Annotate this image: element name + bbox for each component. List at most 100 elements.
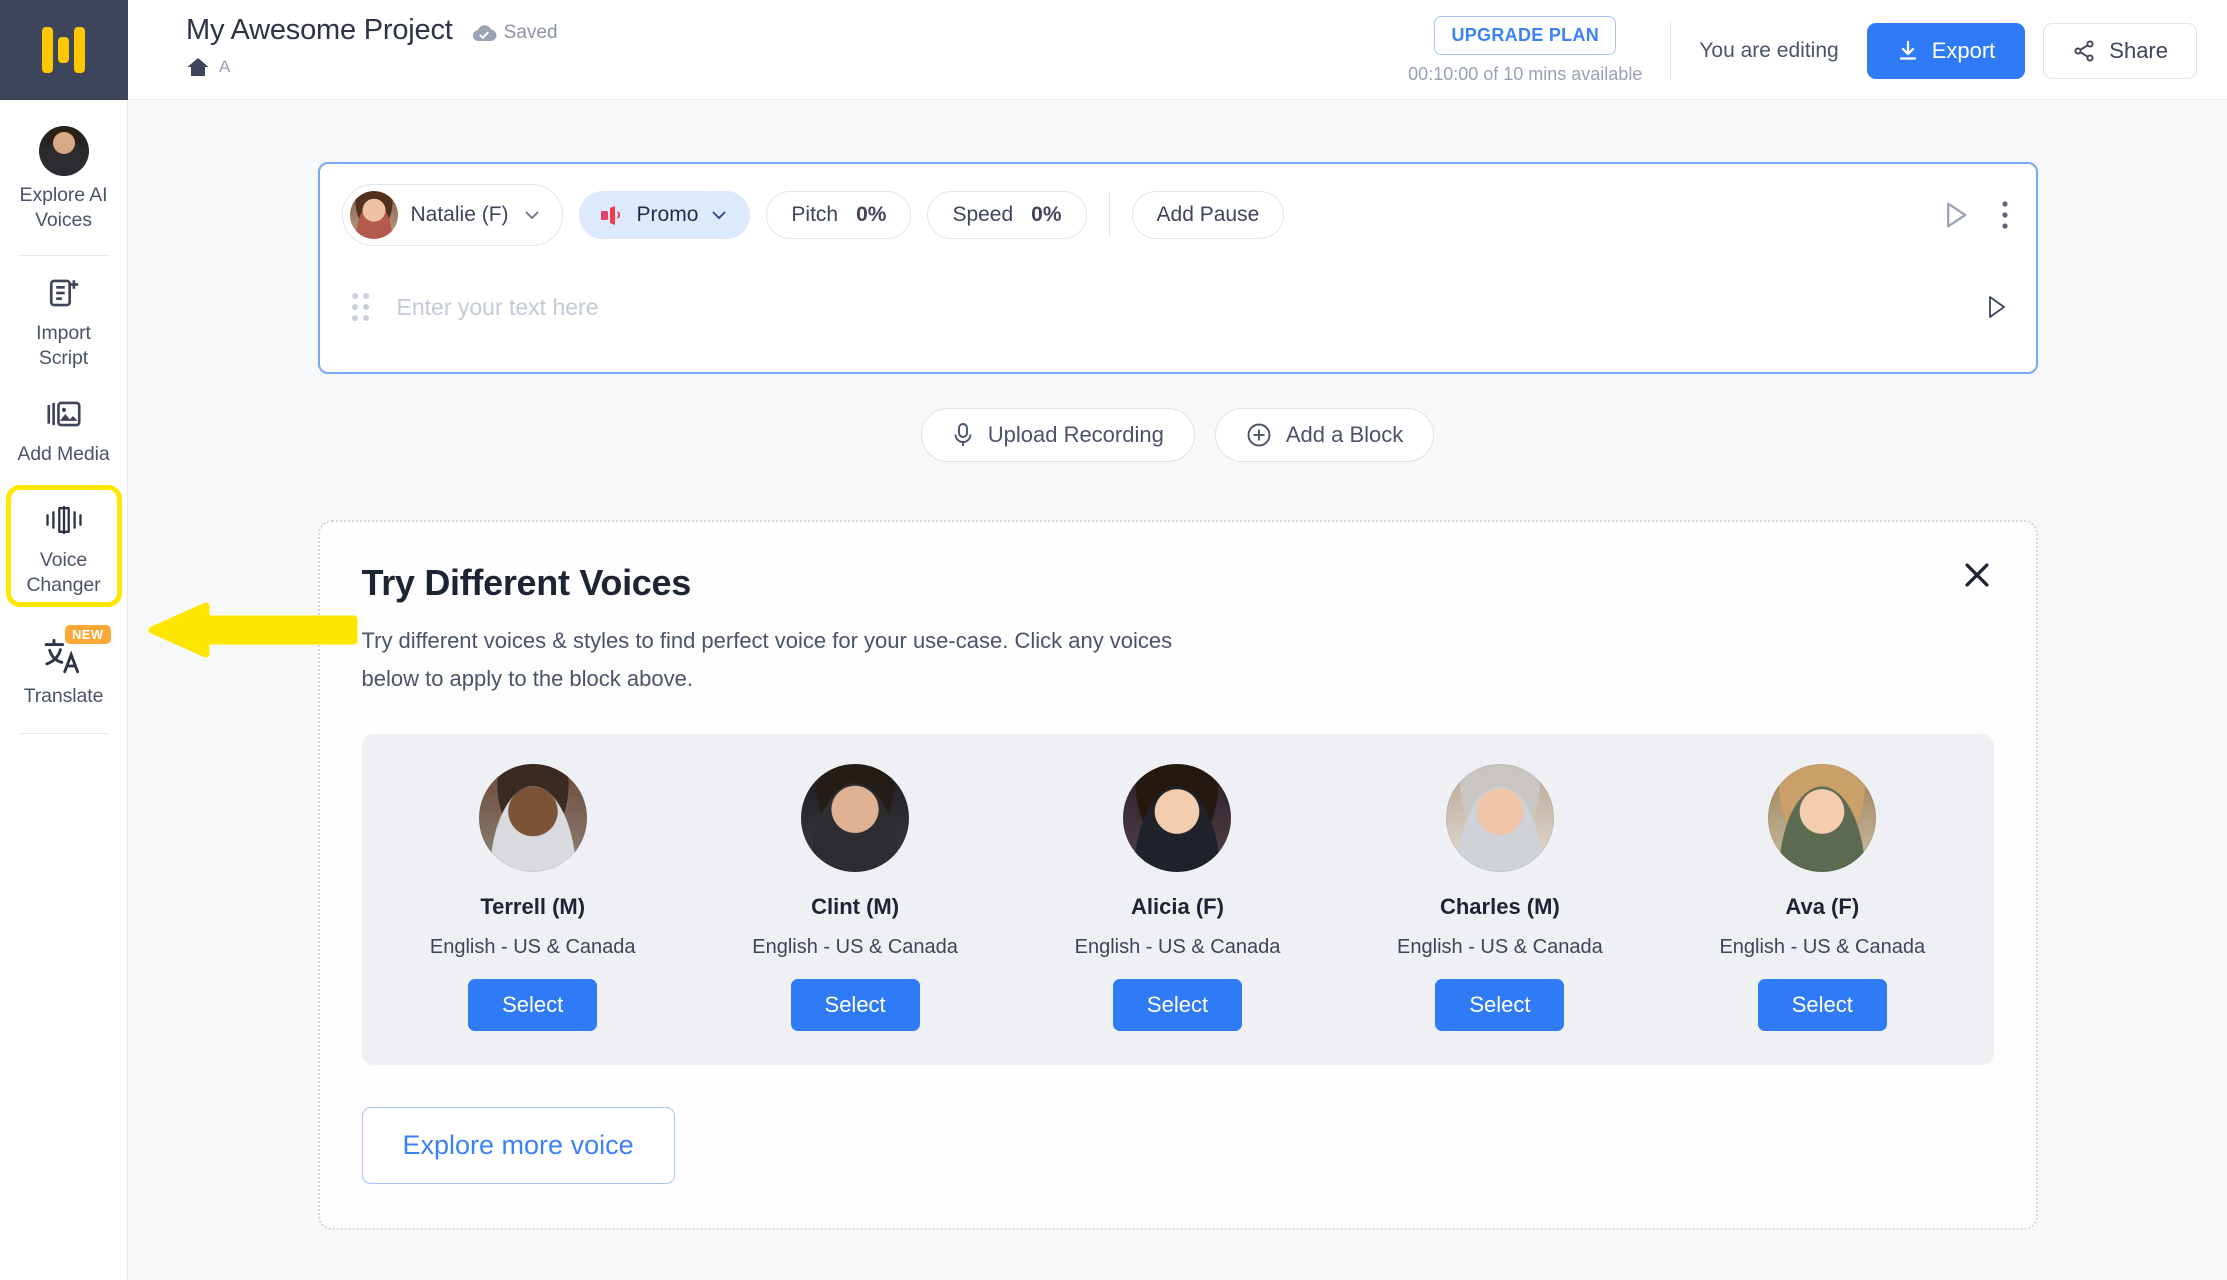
- voice-language: English - US & Canada: [1397, 936, 1603, 958]
- pitch-control[interactable]: Pitch 0%: [766, 191, 912, 239]
- close-icon: [1964, 563, 1989, 587]
- panel-title: Try Different Voices: [361, 562, 692, 603]
- sidebar-item-label: Voice: [39, 549, 88, 571]
- select-voice-button[interactable]: Select: [1112, 979, 1243, 1031]
- upload-recording-button[interactable]: Upload Recording: [920, 408, 1195, 462]
- play-line-button[interactable]: [1982, 293, 2010, 321]
- play-block-button[interactable]: [1938, 198, 1972, 232]
- share-label: Share: [2109, 37, 2168, 63]
- play-icon: [1946, 202, 1966, 228]
- panel-description: Try different voices & styles to find pe…: [361, 628, 1173, 691]
- voice-selector[interactable]: Natalie (F): [341, 184, 563, 246]
- cloud-check-icon: [472, 25, 497, 42]
- new-badge: NEW: [64, 625, 111, 644]
- play-icon: [1988, 296, 2005, 318]
- top-bar-actions: UPGRADE PLAN 00:10:00 of 10 mins availab…: [1408, 14, 2197, 85]
- speed-control[interactable]: Speed 0%: [927, 191, 1087, 239]
- chevron-down-icon: [712, 211, 726, 220]
- sidebar-item-label: Add Media: [17, 443, 110, 465]
- speed-value: 0%: [1031, 203, 1062, 226]
- sidebar-divider-bottom: [17, 733, 110, 734]
- sidebar-item-label: Voices: [35, 209, 92, 231]
- drag-handle-icon[interactable]: [351, 293, 369, 321]
- voice-card[interactable]: Terrell (M) English - US & Canada Select: [372, 764, 694, 1031]
- chevron-down-icon: [525, 211, 538, 220]
- export-button[interactable]: Export: [1866, 22, 2026, 79]
- upgrade-plan-button[interactable]: UPGRADE PLAN: [1434, 16, 1617, 55]
- voice-language: English - US & Canada: [752, 936, 958, 958]
- share-button[interactable]: Share: [2043, 22, 2197, 79]
- select-voice-button[interactable]: Select: [468, 979, 598, 1031]
- sidebar-item-label: Explore AI: [19, 184, 108, 206]
- add-block-label: Add a Block: [1285, 422, 1404, 447]
- sidebar-divider: [17, 255, 110, 256]
- voice-card[interactable]: Charles (M) English - US & Canada Select: [1339, 764, 1661, 1031]
- microphone-icon: [954, 423, 972, 446]
- voice-name: Alicia (F): [1131, 894, 1224, 919]
- sidebar-item-label: Import: [36, 322, 91, 344]
- sidebar-item-label: Changer: [26, 574, 101, 596]
- upload-recording-label: Upload Recording: [987, 422, 1164, 447]
- voice-avatar: [1768, 764, 1877, 872]
- top-bar: My Awesome Project Saved A UPGRADE PLAN …: [128, 0, 2227, 100]
- script-text-row: Enter your text here: [320, 264, 2036, 372]
- voice-card[interactable]: Alicia (F) English - US & Canada Select: [1016, 764, 1338, 1031]
- voice-card[interactable]: Clint (M) English - US & Canada Select: [694, 764, 1016, 1031]
- breadcrumb[interactable]: A: [186, 56, 558, 78]
- try-different-voices-panel: Try Different Voices Try different voice…: [317, 520, 2038, 1230]
- promo-megaphone-icon: [600, 206, 620, 225]
- voice-avatar: [1123, 764, 1232, 872]
- add-media-icon: [43, 393, 85, 435]
- left-sidebar: Explore AI Voices Import Script Add Medi…: [0, 0, 358, 1280]
- sidebar-item-label: Script: [38, 347, 89, 369]
- voice-language: English - US & Canada: [1074, 936, 1281, 958]
- voice-list: Terrell (M) English - US & Canada Select…: [361, 734, 1994, 1065]
- select-voice-button[interactable]: Select: [1757, 979, 1887, 1031]
- voice-name: Ava (F): [1785, 894, 1860, 919]
- explore-more-voice-button[interactable]: Explore more voice: [361, 1107, 675, 1184]
- editing-status: You are editing: [1699, 38, 1839, 62]
- project-header: My Awesome Project Saved A: [186, 14, 558, 78]
- breadcrumb-item: A: [219, 57, 231, 76]
- save-status: Saved: [471, 22, 558, 44]
- speed-label: Speed: [952, 203, 1014, 226]
- main-area: My Awesome Project Saved A UPGRADE PLAN …: [128, 0, 2227, 1280]
- voice-card[interactable]: Ava (F) English - US & Canada Select: [1661, 764, 1983, 1031]
- page-title: My Awesome Project: [186, 14, 453, 46]
- add-pause-button[interactable]: Add Pause: [1131, 191, 1285, 239]
- editor-canvas: Natalie (F) Promo Pitch 0% Speed 0% Add …: [128, 100, 2227, 1280]
- block-toolbar-right: [1938, 198, 2010, 232]
- block-more-options-button[interactable]: [2000, 199, 2010, 231]
- block-toolbar: Natalie (F) Promo Pitch 0% Speed 0% Add …: [320, 164, 2036, 264]
- sidebar-item-translate[interactable]: NEW Translate: [9, 621, 119, 717]
- voice-name: Natalie (F): [410, 203, 509, 226]
- sidebar-item-explore-ai-voices[interactable]: Explore AI Voices: [9, 112, 119, 241]
- close-panel-button[interactable]: [1960, 558, 1994, 597]
- sidebar-item-import-script[interactable]: Import Script: [9, 258, 119, 379]
- sidebar-item-add-media[interactable]: Add Media: [9, 379, 119, 475]
- app-logo[interactable]: [0, 0, 128, 100]
- add-block-button[interactable]: Add a Block: [1214, 408, 1435, 462]
- sidebar-item-voice-changer[interactable]: Voice Changer: [5, 485, 122, 607]
- kebab-menu-icon: [2001, 201, 2008, 229]
- import-script-icon: [43, 272, 85, 314]
- style-selector[interactable]: Promo: [578, 191, 751, 239]
- block-actions: Upload Recording Add a Block: [128, 408, 2227, 462]
- style-name: Promo: [636, 203, 699, 226]
- avatar-icon: [38, 126, 89, 176]
- pitch-label: Pitch: [791, 203, 839, 226]
- voice-name: Clint (M): [811, 894, 900, 919]
- script-text-input[interactable]: Enter your text here: [397, 294, 599, 321]
- plus-circle-icon: [1247, 423, 1271, 447]
- share-icon: [2074, 39, 2094, 62]
- plan-section: UPGRADE PLAN 00:10:00 of 10 mins availab…: [1408, 16, 1642, 85]
- export-label: Export: [1931, 37, 1996, 63]
- voice-language: English - US & Canada: [1719, 936, 1926, 958]
- download-icon: [1899, 40, 1916, 60]
- select-voice-button[interactable]: Select: [1435, 979, 1565, 1031]
- script-block: Natalie (F) Promo Pitch 0% Speed 0% Add …: [317, 162, 2038, 374]
- voice-avatar: [1445, 764, 1554, 872]
- voice-changer-icon: [43, 499, 85, 541]
- select-voice-button[interactable]: Select: [790, 979, 920, 1031]
- voice-language: English - US & Canada: [429, 936, 636, 958]
